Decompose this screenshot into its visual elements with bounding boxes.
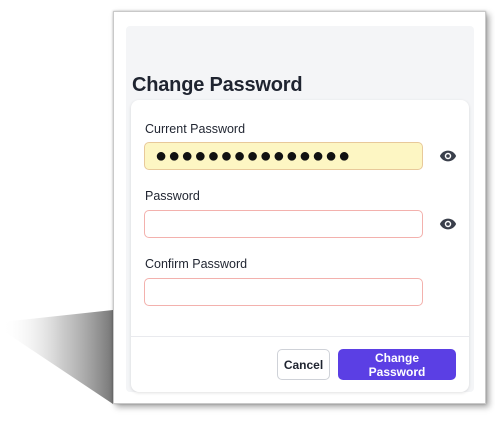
password-label: Password <box>145 189 200 203</box>
current-password-field[interactable] <box>144 142 423 170</box>
password-field[interactable] <box>144 210 423 238</box>
toggle-current-password-visibility[interactable] <box>439 147 457 165</box>
eye-icon <box>439 150 457 162</box>
confirm-password-label: Confirm Password <box>145 257 248 271</box>
eye-icon <box>439 218 457 230</box>
change-password-button[interactable]: Change Password <box>338 349 456 380</box>
change-password-window: Change Password Current Password Passwor… <box>113 11 486 404</box>
confirm-password-field[interactable] <box>144 278 423 306</box>
toggle-password-visibility[interactable] <box>439 215 457 233</box>
password-form-card: Current Password Password Confirm Passwo… <box>131 100 469 392</box>
current-password-label: Current Password <box>145 122 246 136</box>
cancel-button[interactable]: Cancel <box>277 349 330 380</box>
footer-divider <box>131 336 469 337</box>
dialog-panel: Change Password Current Password Passwor… <box>126 26 474 392</box>
page-title: Change Password <box>132 74 303 96</box>
